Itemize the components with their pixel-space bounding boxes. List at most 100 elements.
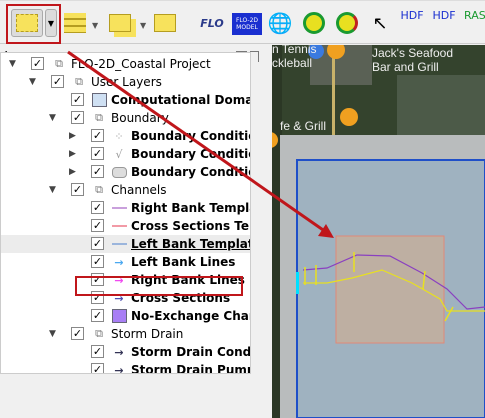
- visibility-checkbox[interactable]: ✓: [71, 111, 84, 124]
- map-label: ckleball: [272, 56, 312, 70]
- visibility-checkbox[interactable]: ✓: [71, 183, 84, 196]
- highlight-box: [6, 4, 61, 44]
- flo-2d-model-button[interactable]: FLO-2D MODEL: [232, 13, 262, 35]
- layer-name: Left Bank Template: [131, 237, 251, 251]
- visibility-checkbox[interactable]: ✓: [31, 57, 44, 70]
- attribute-table-button[interactable]: [62, 9, 88, 37]
- layer-tree-item[interactable]: ▶ ✓ ⁘ Boundary Condition Po: [1, 127, 250, 145]
- visibility-checkbox[interactable]: ✓: [91, 345, 104, 358]
- group-icon: ⧉: [95, 183, 103, 196]
- group-icon: ⧉: [95, 111, 103, 124]
- expand-open-icon[interactable]: ▼: [49, 185, 56, 195]
- ras-button[interactable]: RAS: [464, 9, 485, 37]
- boundary-condition-line: [296, 272, 299, 294]
- visibility-checkbox[interactable]: ✓: [91, 219, 104, 232]
- visibility-checkbox[interactable]: ✓: [91, 309, 104, 322]
- points-icon: ⁘: [114, 129, 124, 143]
- grid-arrow-icon[interactable]: ↖: [366, 9, 394, 37]
- layer-tree-item[interactable]: ▶ ✓ √ Boundary Condition Lin: [1, 145, 250, 163]
- polygon-icon: [111, 309, 127, 323]
- layer-name: Boundary Condition Po: [131, 129, 250, 143]
- layer-tree-item[interactable]: ✓ No-Exchange Channel: [1, 307, 250, 325]
- layer-tree-item[interactable]: ✓ Left Bank Template: [1, 235, 251, 253]
- layer-name: FLO-2D_Coastal Project: [71, 57, 211, 71]
- layer-name: Computational Domain: [111, 93, 251, 107]
- layer-tree-item[interactable]: ✓ Right Bank Template: [1, 199, 250, 217]
- group-icon: ⧉: [95, 327, 103, 340]
- attribute-table-icon: [64, 13, 86, 33]
- deselect-button[interactable]: [106, 9, 134, 37]
- layer-tree-item[interactable]: ✓ → Storm Drain Conduits: [1, 343, 251, 361]
- layer-name: Boundary: [111, 111, 169, 125]
- restaurant-pin-icon: [340, 108, 358, 126]
- layer-name: Storm Drain: [111, 327, 184, 341]
- layer-name: Right Bank Template: [131, 201, 250, 215]
- grid-cursor-red-icon[interactable]: [333, 9, 361, 37]
- expand-closed-icon[interactable]: ▶: [69, 131, 76, 141]
- highlight-box: [75, 276, 243, 296]
- layer-tree-item[interactable]: ✓ Computational Domain: [1, 91, 251, 109]
- line-icon: [111, 237, 127, 251]
- line-icon: √: [115, 147, 123, 161]
- polygon-gray-icon: [111, 165, 127, 179]
- visibility-checkbox[interactable]: ✓: [91, 147, 104, 160]
- deselect-icon: [109, 14, 131, 32]
- expand-open-icon[interactable]: ▼: [9, 59, 16, 69]
- map-canvas[interactable]: n Tennis ckleball Jack's Seafood Bar and…: [272, 45, 485, 418]
- layer-name: Left Bank Lines: [131, 255, 236, 269]
- flo-2d-button[interactable]: FLO: [198, 9, 226, 37]
- group-icon: ⧉: [75, 75, 83, 88]
- arrow-icon: →: [114, 345, 124, 359]
- chevron-down-icon[interactable]: ▼: [140, 21, 146, 30]
- visibility-checkbox[interactable]: ✓: [91, 165, 104, 178]
- map-label: n Tennis: [272, 45, 316, 56]
- layer-name: Storm Drain Conduits: [131, 345, 251, 359]
- layer-name: Cross Sections Templat: [131, 219, 250, 233]
- pin-icon: [154, 14, 176, 32]
- group-icon: ⧉: [55, 57, 63, 70]
- visibility-checkbox[interactable]: ✓: [51, 75, 64, 88]
- layer-tree-item[interactable]: ✓ Cross Sections Templat: [1, 217, 250, 235]
- scrollbar[interactable]: [251, 52, 258, 374]
- layer-tree: ▼ ✓ ⧉ FLO-2D_Coastal Project ▼ ✓ ⧉ User Layers ✓…: [0, 52, 251, 374]
- expand-closed-icon[interactable]: ▶: [69, 167, 76, 177]
- expand-open-icon[interactable]: ▼: [49, 113, 56, 123]
- visibility-checkbox[interactable]: ✓: [91, 129, 104, 142]
- visibility-checkbox[interactable]: ✓: [71, 327, 84, 340]
- globe-box-icon[interactable]: 🌐: [266, 9, 294, 37]
- visibility-checkbox[interactable]: ✓: [71, 93, 84, 106]
- line-icon: [111, 201, 127, 215]
- layer-tree-item[interactable]: ▶ ✓ Boundary Condition Po: [1, 163, 250, 181]
- visibility-checkbox[interactable]: ✓: [91, 201, 104, 214]
- layer-tree-item[interactable]: ✓ → Left Bank Lines: [1, 253, 250, 271]
- layer-tree-item[interactable]: ▼ ✓ ⧉ FLO-2D_Coastal Project: [1, 55, 250, 73]
- layer-name: Boundary Condition Po: [131, 165, 250, 179]
- layer-tree-item[interactable]: ✓ → Storm Drain Pumps: [1, 361, 251, 374]
- layer-name: No-Exchange Channel: [131, 309, 250, 323]
- expand-open-icon[interactable]: ▼: [49, 329, 56, 339]
- layer-tree-item[interactable]: ▼ ✓ ⧉ Storm Drain: [1, 325, 250, 343]
- map-label: fe & Grill: [280, 119, 326, 133]
- arrow-icon: →: [114, 255, 124, 269]
- toolbar: ▼ ▼ ▼ FLO FLO-2D MODEL 🌐 ↖ HDF HDF RAS: [0, 0, 485, 44]
- layer-tree-item[interactable]: ▼ ✓ ⧉ Boundary: [1, 109, 250, 127]
- hdf-export-button[interactable]: HDF: [430, 9, 458, 37]
- polygon-icon: [91, 93, 107, 107]
- visibility-checkbox[interactable]: ✓: [91, 255, 104, 268]
- visibility-checkbox[interactable]: ✓: [91, 363, 104, 373]
- hdf-import-button[interactable]: HDF: [398, 9, 426, 37]
- expand-closed-icon[interactable]: ▶: [69, 149, 76, 159]
- layer-tree-item[interactable]: ▼ ✓ ⧉ User Layers: [1, 73, 250, 91]
- map-svg: n Tennis ckleball Jack's Seafood Bar and…: [272, 45, 485, 418]
- expand-open-icon[interactable]: ▼: [29, 77, 36, 87]
- layer-tree-item[interactable]: ▼ ✓ ⧉ Channels: [1, 181, 250, 199]
- layer-name: Channels: [111, 183, 167, 197]
- grid-cursor-icon[interactable]: [300, 9, 328, 37]
- layer-name: User Layers: [91, 75, 162, 89]
- map-label: Jack's Seafood: [372, 46, 453, 60]
- chevron-down-icon[interactable]: ▼: [92, 21, 98, 30]
- template-box: [335, 235, 445, 344]
- identify-button[interactable]: [152, 9, 178, 37]
- layer-name: Storm Drain Pumps: [131, 363, 251, 374]
- visibility-checkbox[interactable]: ✓: [91, 237, 104, 250]
